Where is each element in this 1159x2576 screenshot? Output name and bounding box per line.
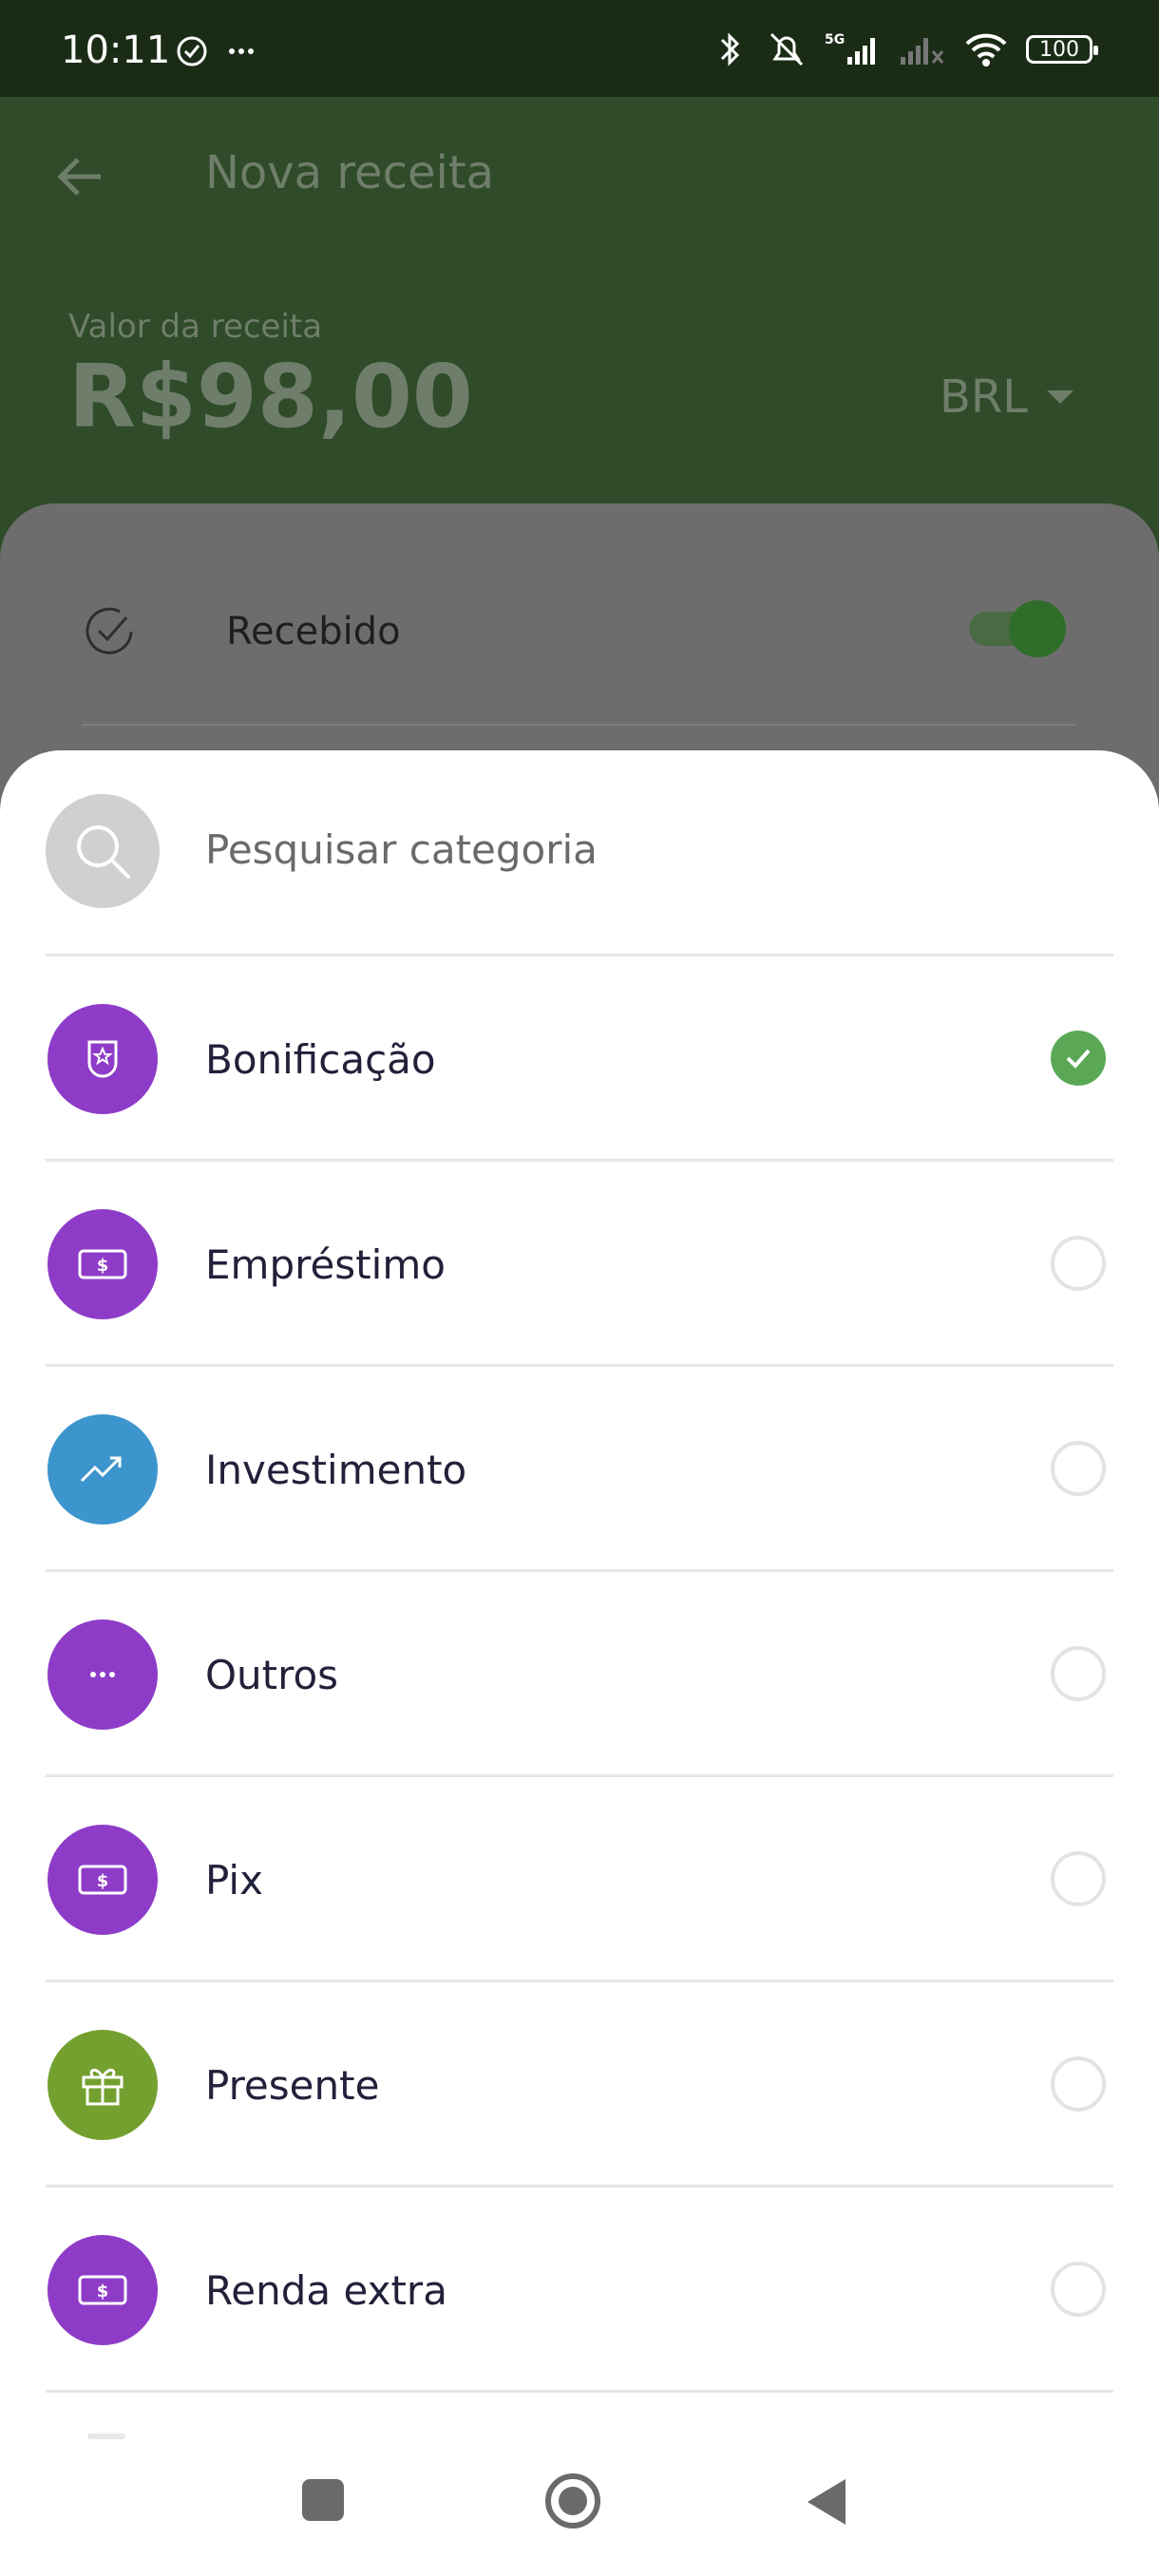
category-icon-circle (48, 1619, 158, 1730)
radio-unselected[interactable] (1051, 1236, 1106, 1291)
category-row[interactable]: $ Renda extra (0, 2188, 1159, 2393)
svg-text:$: $ (97, 1871, 109, 1891)
badge-star-icon (87, 1040, 118, 1078)
status-right-icons: 5G 100 (711, 28, 1098, 70)
svg-text:$: $ (97, 1256, 109, 1276)
amount-value[interactable]: R$98,00 (68, 346, 473, 447)
category-label: Presente (205, 2062, 380, 2109)
signal-5g-icon: 5G (825, 32, 875, 65)
category-row[interactable]: Presente (0, 1982, 1159, 2188)
category-row[interactable]: $ Empréstimo (0, 1162, 1159, 1367)
money-bill-icon: $ (78, 1865, 127, 1895)
currency-selector[interactable]: BRL (940, 370, 1074, 424)
radio-unselected[interactable] (1051, 2262, 1106, 2317)
search-row[interactable]: Pesquisar categoria (0, 750, 1159, 956)
radio-unselected[interactable] (1051, 1441, 1106, 1496)
status-time: 10:11 (61, 28, 171, 72)
search-icon-circle (46, 794, 160, 908)
category-label: Renda extra (205, 2267, 447, 2314)
header: Nova receita Valor da receita R$98,00 BR… (0, 97, 1159, 572)
category-row[interactable]: Outros (0, 1572, 1159, 1777)
radio-unselected[interactable] (1051, 2056, 1106, 2112)
search-icon (77, 825, 130, 879)
category-label: Bonificação (205, 1036, 436, 1083)
category-label: Empréstimo (205, 1241, 446, 1288)
gift-icon (82, 2069, 124, 2106)
battery-level: 100 (1039, 37, 1079, 62)
muted-bell-icon (770, 32, 804, 66)
category-icon-circle: $ (48, 2235, 158, 2345)
bluetooth-icon (720, 32, 740, 66)
money-bill-icon: $ (78, 2275, 127, 2305)
category-icon-circle: $ (48, 1825, 158, 1935)
signal-no-service-icon (901, 38, 944, 65)
back-arrow-icon[interactable] (53, 150, 106, 203)
svg-text:5G: 5G (825, 32, 845, 47)
wifi-icon (965, 33, 1007, 66)
category-row[interactable]: Bonificação (0, 957, 1159, 1162)
currency-label: BRL (939, 370, 1028, 424)
recebido-toggle[interactable] (969, 600, 1066, 657)
category-label: Outros (205, 1652, 339, 1698)
more-dots-icon (90, 1672, 115, 1677)
recebido-label: Recebido (226, 610, 401, 653)
divider (46, 2390, 1113, 2393)
divider (82, 724, 1075, 726)
category-label: Investimento (205, 1447, 467, 1493)
amount-label: Valor da receita (68, 308, 323, 346)
check-circle-icon (177, 36, 254, 66)
category-icon-circle (48, 1004, 158, 1114)
toggle-knob (1009, 600, 1066, 657)
category-icon-circle: $ (48, 1209, 158, 1319)
radio-unselected[interactable] (1051, 1646, 1106, 1701)
category-label: Pix (205, 1857, 263, 1904)
search-input[interactable]: Pesquisar categoria (205, 826, 598, 873)
check-icon (1066, 1049, 1091, 1069)
radio-unselected[interactable] (1051, 1851, 1106, 1906)
status-left-icons (177, 34, 272, 72)
trending-up-icon (80, 1456, 122, 1483)
radio-selected[interactable] (1051, 1031, 1106, 1086)
back-triangle-icon[interactable] (804, 2477, 849, 2527)
category-icon-circle (48, 2030, 158, 2140)
svg-text:$: $ (97, 2282, 109, 2301)
category-row[interactable]: Investimento (0, 1367, 1159, 1572)
battery-indicator: 100 (1026, 35, 1098, 64)
navigation-bar (0, 2439, 1159, 2576)
money-bill-icon: $ (78, 1249, 127, 1279)
page-title: Nova receita (205, 146, 495, 199)
category-sheet: Pesquisar categoria Bonificação $ Emprésti… (0, 750, 1159, 2576)
recent-apps-icon[interactable] (300, 2477, 346, 2523)
category-icon-circle (48, 1414, 158, 1525)
caret-down-icon (1047, 390, 1074, 404)
check-circle-icon (86, 607, 133, 654)
category-row[interactable]: $ Pix (0, 1777, 1159, 1982)
status-bar: 10:11 5G 100 (0, 0, 1159, 97)
home-icon[interactable] (543, 2472, 602, 2530)
